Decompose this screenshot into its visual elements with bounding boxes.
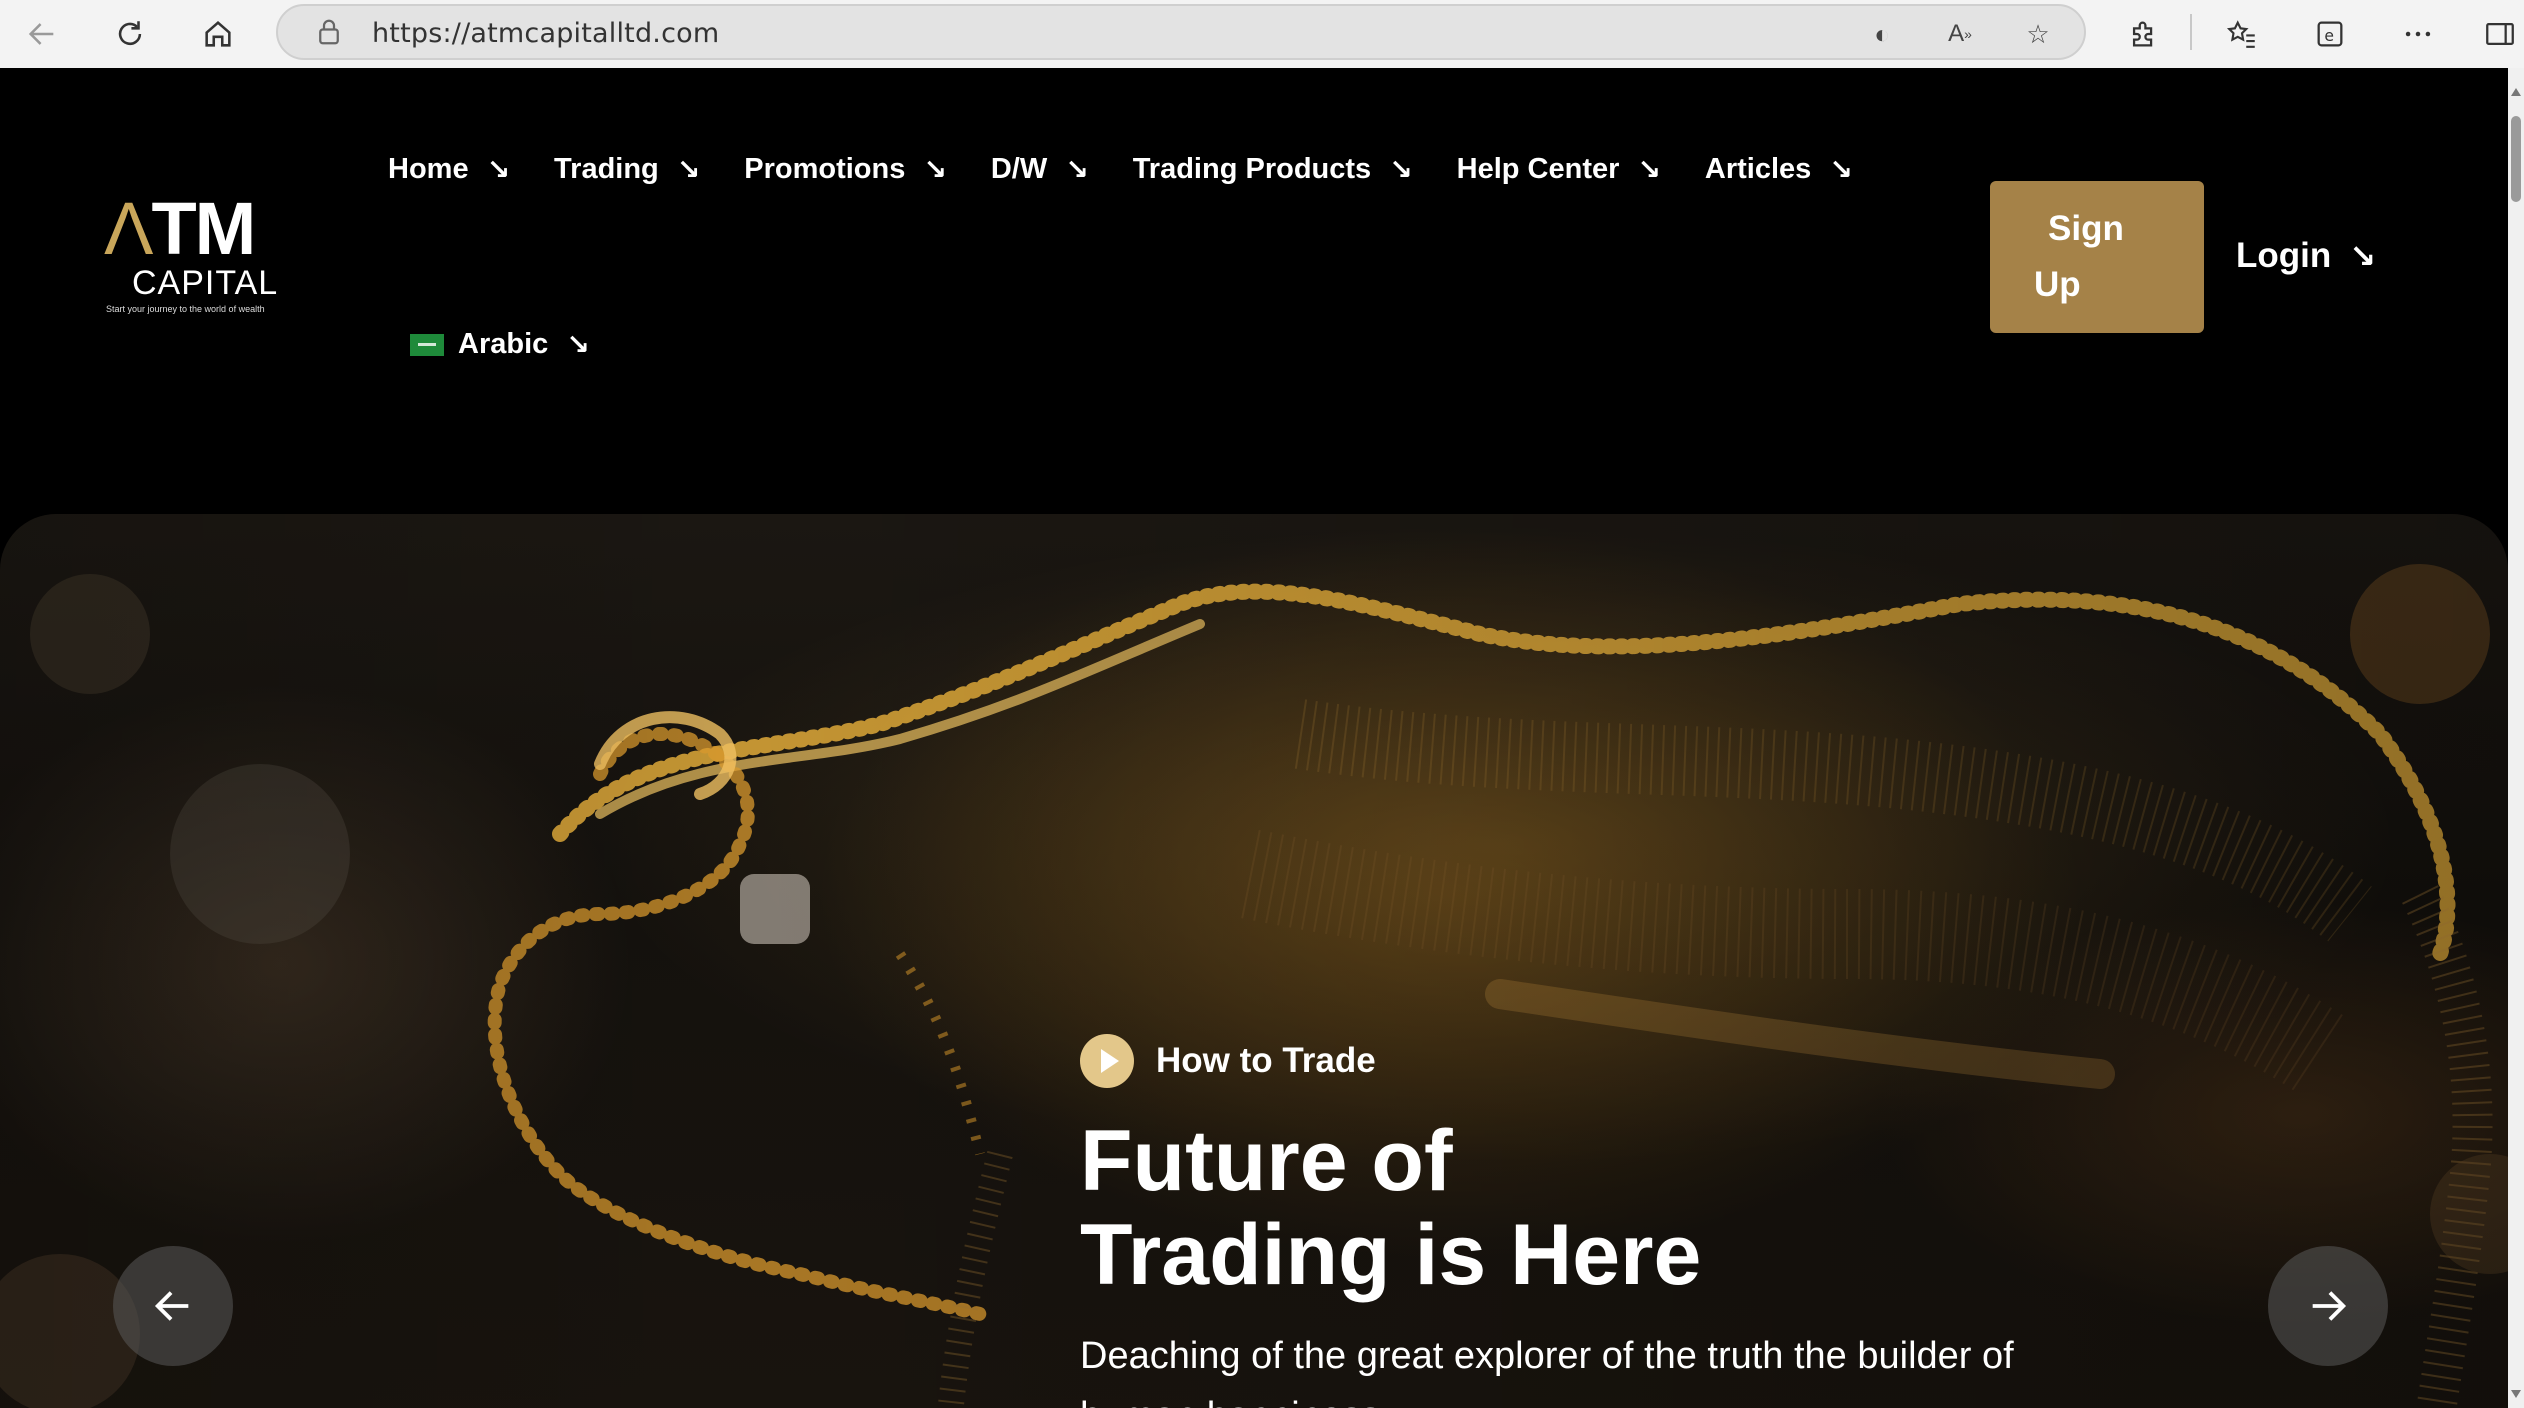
star-icon[interactable]: ☆	[2020, 16, 2056, 52]
refresh-button[interactable]	[106, 10, 154, 58]
logo-tagline: Start your journey to the world of wealt…	[106, 304, 265, 314]
nav-trading-products[interactable]: Trading Products ↘	[1133, 153, 1413, 186]
arrow-right-icon	[2312, 1291, 2347, 1321]
hero-headline-line1: Future of	[1080, 1113, 1453, 1209]
lock-icon	[319, 19, 339, 45]
nav-promotions[interactable]: Promotions ↘	[744, 153, 947, 186]
main-nav: Home ↘ Trading ↘ Promotions ↘ D/W ↘ Trad…	[388, 144, 1897, 194]
read-aloud-icon[interactable]: A»	[1942, 16, 1978, 52]
nav-help-center[interactable]: Help Center ↘	[1457, 153, 1661, 186]
scroll-up-icon[interactable]	[2511, 88, 2521, 96]
puzzle-icon	[2132, 21, 2153, 47]
hero-slider: How to Trade Future of Trading is Here D…	[0, 514, 2508, 1408]
svg-text:e: e	[2324, 27, 2334, 45]
slider-next-button[interactable]	[2268, 1246, 2388, 1366]
more-button[interactable]	[2394, 10, 2442, 58]
signup-label-line2: Up	[2034, 265, 2081, 304]
scroll-down-icon[interactable]	[2511, 1390, 2521, 1398]
favorites-list-icon	[2226, 20, 2255, 48]
signup-label-line1: Sign	[2048, 209, 2124, 248]
nav-articles[interactable]: Articles ↘	[1705, 153, 1853, 186]
login-link[interactable]: Login ↘	[2236, 236, 2376, 276]
collections-icon: e	[2317, 21, 2343, 47]
arrow-down-right-icon: ↘	[676, 153, 701, 185]
saudi-flag-icon	[410, 333, 444, 356]
nav-promotions-label: Promotions	[744, 152, 906, 185]
favorites-button[interactable]	[2218, 10, 2266, 58]
collections-button[interactable]: e	[2306, 10, 2354, 58]
language-label: Arabic	[458, 328, 549, 360]
arrow-down-right-icon: ↘	[566, 329, 590, 360]
web-page: ΛTM CAPITAL Start your journey to the wo…	[0, 68, 2508, 1408]
toolbar-separator	[2190, 14, 2192, 50]
sidebar-button[interactable]	[2476, 10, 2524, 58]
nav-dw-label: D/W	[990, 152, 1048, 185]
sidebar-icon	[2486, 22, 2514, 46]
nav-trading[interactable]: Trading ↘	[554, 153, 700, 186]
hero-headline-line2: Trading is Here	[1080, 1207, 1702, 1303]
language-selector[interactable]: Arabic ↘	[410, 328, 590, 361]
logo-subtitle: CAPITAL	[132, 264, 279, 302]
slider-prev-button[interactable]	[113, 1246, 233, 1366]
login-label: Login	[2236, 236, 2332, 275]
hero-eyebrow[interactable]: How to Trade	[1080, 1034, 1376, 1088]
browser-toolbar: https://atmcapitalltd.com ◐ A» ☆ e	[0, 0, 2524, 69]
hero-subtext: Deaching of the great explorer of the tr…	[1080, 1335, 2014, 1408]
atm-capital-logo[interactable]: ΛTM CAPITAL Start your journey to the wo…	[102, 186, 312, 314]
nav-dw[interactable]: D/W ↘	[991, 153, 1089, 186]
play-icon[interactable]	[1080, 1034, 1134, 1088]
nav-trading-label: Trading	[554, 152, 659, 185]
page-scrollbar[interactable]	[2508, 68, 2524, 1408]
arrow-down-right-icon: ↘	[2349, 238, 2377, 274]
arrow-down-right-icon: ↘	[1065, 153, 1089, 185]
more-dots-icon	[2405, 31, 2431, 37]
logo-tm: TM	[151, 187, 256, 270]
nav-articles-label: Articles	[1704, 152, 1812, 185]
home-icon	[205, 20, 231, 47]
nav-home-label: Home	[388, 152, 469, 185]
hero-headline: Future of Trading is Here	[1080, 1114, 1980, 1302]
hero-eyebrow-text: How to Trade	[1156, 1041, 1376, 1080]
extensions-button[interactable]	[2120, 10, 2168, 58]
tracking-icon[interactable]: ◐	[1864, 16, 1900, 52]
back-button[interactable]	[18, 10, 66, 58]
home-button[interactable]	[194, 10, 242, 58]
signup-button[interactable]: Sign Up	[1990, 181, 2204, 333]
refresh-icon	[118, 21, 142, 46]
arrow-down-right-icon: ↘	[486, 153, 511, 185]
address-bar[interactable]: https://atmcapitalltd.com ◐ A» ☆	[276, 4, 2086, 60]
arrow-left-icon	[154, 1291, 189, 1321]
logo-a: Λ	[104, 187, 153, 270]
arrow-down-right-icon: ↘	[1637, 153, 1661, 185]
logo-mark: ΛTM	[104, 186, 256, 271]
nav-trading-products-label: Trading Products	[1132, 152, 1372, 185]
arrow-down-right-icon: ↘	[1829, 153, 1853, 185]
arrow-left-icon	[28, 23, 54, 45]
url-text[interactable]: https://atmcapitalltd.com	[372, 18, 719, 49]
scrollbar-thumb[interactable]	[2511, 116, 2521, 202]
nav-help-center-label: Help Center	[1456, 152, 1620, 185]
arrow-down-right-icon: ↘	[1389, 153, 1413, 185]
nav-home[interactable]: Home ↘	[388, 153, 510, 186]
arrow-down-right-icon: ↘	[923, 153, 947, 185]
